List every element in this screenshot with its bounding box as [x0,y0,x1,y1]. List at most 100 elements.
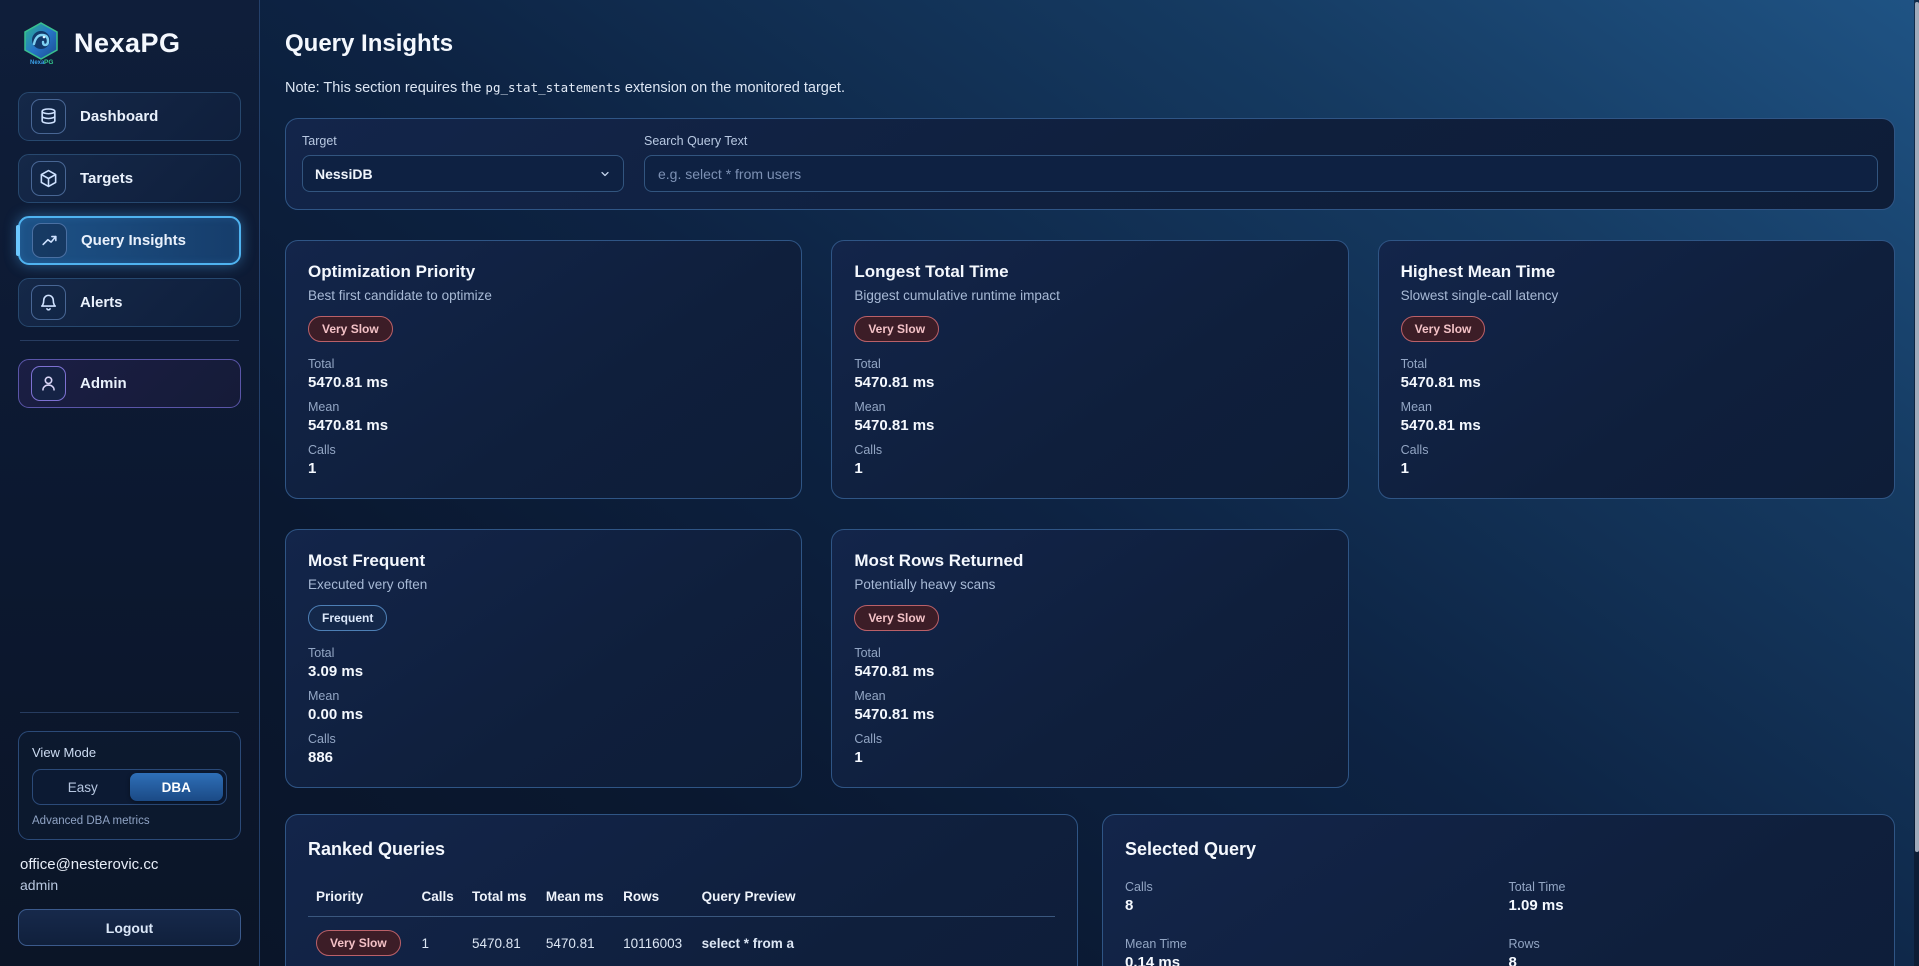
status-badge: Frequent [308,605,387,631]
stat-label: Calls [308,443,779,457]
main-content: Query Insights Note: This section requir… [260,0,1919,966]
stat-value: 8 [1509,954,1873,966]
metric-card-subtitle: Best first candidate to optimize [308,288,779,303]
logout-button[interactable]: Logout [18,909,241,946]
stat-value: 5470.81 ms [1401,374,1872,391]
stat-label: Mean [854,689,1325,703]
stat-label: Total Time [1509,880,1873,894]
column-header-query-preview: Query Preview [694,880,1055,917]
database-icon [31,99,66,134]
toggle-option-dba[interactable]: DBA [130,773,224,801]
note-code: pg_stat_statements [485,80,620,95]
stat-value: 1 [1401,460,1872,477]
sidebar-item-query-insights[interactable]: Query Insights [18,216,241,265]
sidebar-item-targets[interactable]: Targets [18,154,241,203]
stat-value: 1 [854,749,1325,766]
status-badge: Very Slow [1401,316,1486,342]
user-icon [31,366,66,401]
target-select-value: NessiDB [315,166,373,182]
sidebar-item-dashboard[interactable]: Dashboard [18,92,241,141]
stat-mean: Mean 0.00 ms [308,689,779,723]
metric-card-optimization-priority: Optimization Priority Best first candida… [285,240,802,499]
stat-label: Total [308,646,779,660]
column-header-total-ms: Total ms [464,880,538,917]
stat-label: Mean [1401,400,1872,414]
metric-card-title: Highest Mean Time [1401,262,1872,282]
stat-label: Calls [308,732,779,746]
search-field-group: Search Query Text [644,134,1878,192]
sidebar-item-label: Targets [80,170,133,187]
view-mode-card: View Mode Easy DBA Advanced DBA metrics [18,731,241,840]
metric-card-subtitle: Executed very often [308,577,779,592]
sidebar-nav: Dashboard Targets Quer [18,92,241,421]
stat-calls: Calls 1 [854,732,1325,766]
stat-label: Total [1401,357,1872,371]
sidebar-item-alerts[interactable]: Alerts [18,278,241,327]
stat-label: Mean [854,400,1325,414]
page-scrollbar[interactable] [1914,0,1919,966]
stat-total: Total 3.09 ms [308,646,779,680]
status-badge: Very Slow [854,605,939,631]
sidebar-item-label: Admin [80,375,127,392]
stat-mean: Mean 5470.81 ms [854,689,1325,723]
stat-mean-time: Mean Time 0.14 ms [1125,937,1489,966]
column-header-mean-ms: Mean ms [538,880,615,917]
scrollbar-thumb[interactable] [1915,2,1919,852]
stat-value: 0.14 ms [1125,954,1489,966]
stat-rows: Rows 8 [1509,937,1873,966]
status-badge: Very Slow [854,316,939,342]
stat-value: 0.00 ms [308,706,779,723]
nexapg-logo-icon: Nexa PG [20,20,62,66]
stat-total: Total 5470.81 ms [1401,357,1872,391]
stat-value: 1.09 ms [1509,897,1873,914]
brand-name: NexaPG [74,28,181,59]
metric-card-highest-mean-time: Highest Mean Time Slowest single-call la… [1378,240,1895,499]
ranked-queries-table: Priority Calls Total ms Mean ms Rows Que… [308,880,1055,966]
target-label: Target [302,134,624,148]
note-text: extension on the monitored target. [621,80,845,96]
view-mode-label: View Mode [32,745,227,760]
brand: Nexa PG NexaPG [18,20,241,66]
total-ms-cell: 5470.81 [464,917,538,966]
stat-total: Total 5470.81 ms [854,646,1325,680]
search-label: Search Query Text [644,134,1878,148]
stat-value: 886 [308,749,779,766]
search-query-input[interactable] [644,155,1878,192]
stat-value: 1 [854,460,1325,477]
sidebar-bottom: View Mode Easy DBA Advanced DBA metrics … [18,704,241,946]
target-select[interactable]: NessiDB [302,155,624,192]
mean-ms-cell: 5470.81 [538,917,615,966]
user-role: admin [20,877,239,893]
stat-value: 5470.81 ms [308,374,779,391]
stat-label: Mean [308,689,779,703]
stat-total-time: Total Time 1.09 ms [1509,880,1873,923]
selected-query-panel: Selected Query Calls 8 Total Time 1.09 m… [1102,814,1895,966]
svg-text:Nexa: Nexa [30,60,45,65]
stat-label: Rows [1509,937,1873,951]
target-field-group: Target NessiDB [302,134,624,192]
note-text: Note: This section requires the [285,80,485,96]
status-badge: Very Slow [316,930,401,956]
sidebar-item-label: Dashboard [80,108,158,125]
metric-card-most-rows-returned: Most Rows Returned Potentially heavy sca… [831,529,1348,788]
metric-card-longest-total-time: Longest Total Time Biggest cumulative ru… [831,240,1348,499]
stat-label: Calls [854,443,1325,457]
stat-total: Total 5470.81 ms [308,357,779,391]
filter-bar: Target NessiDB Search Query Text [285,118,1895,210]
table-row[interactable]: Very Slow 1 5470.81 5470.81 10116003 sel… [308,917,1055,966]
trend-chart-icon [32,223,67,258]
stat-label: Calls [854,732,1325,746]
column-header-priority: Priority [308,880,413,917]
ranked-queries-panel: Ranked Queries Priority Calls Total ms M… [285,814,1078,966]
rows-cell: 10116003 [615,917,694,966]
stat-mean: Mean 5470.81 ms [854,400,1325,434]
stat-calls: Calls 1 [1401,443,1872,477]
sidebar: Nexa PG NexaPG Dashboard [0,0,260,966]
sidebar-divider [20,712,239,713]
toggle-option-easy[interactable]: Easy [36,773,130,801]
view-mode-toggle: Easy DBA [32,769,227,805]
sidebar-item-admin[interactable]: Admin [18,359,241,408]
stat-label: Calls [1401,443,1872,457]
svg-text:PG: PG [44,59,53,65]
metric-card-title: Optimization Priority [308,262,779,282]
